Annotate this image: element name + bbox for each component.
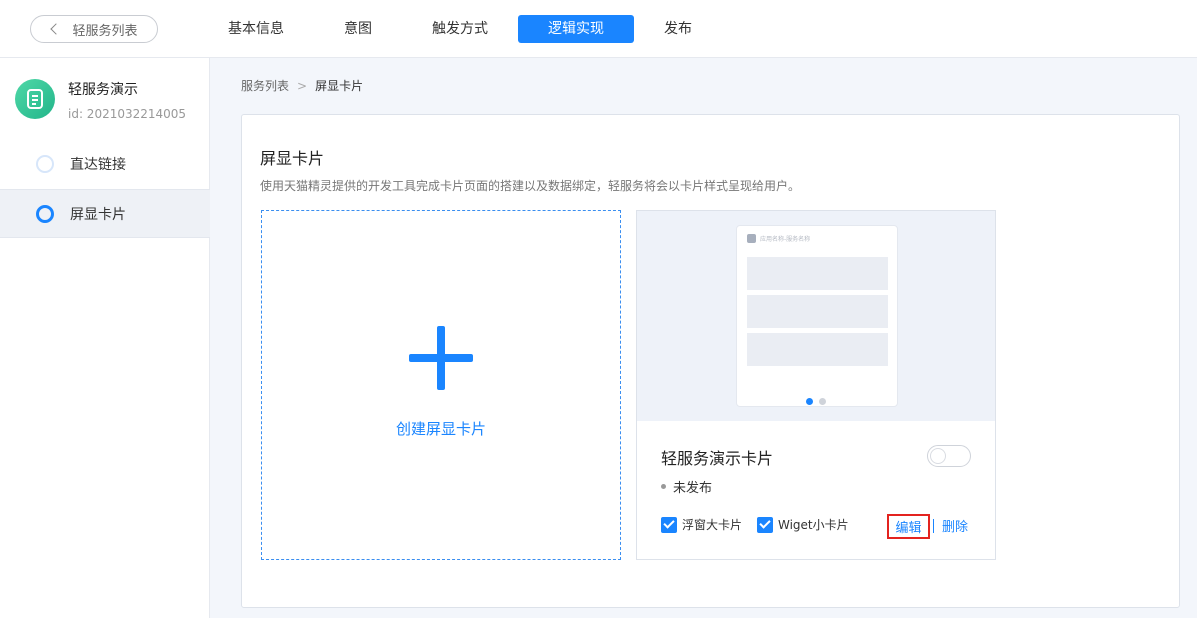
checkbox-label: 浮窗大卡片: [682, 518, 743, 532]
back-to-service-list-button[interactable]: 轻服务列表: [30, 15, 158, 43]
toggle-knob: [930, 448, 946, 464]
app-id: id: 2021032214005: [68, 107, 187, 121]
sidebar-item-direct-link[interactable]: 直达链接: [0, 140, 210, 188]
widget-small-card-checkbox[interactable]: Wiget小卡片: [757, 516, 849, 533]
app-name: 轻服务演示: [68, 82, 138, 98]
panel-description: 使用天猫精灵提供的开发工具完成卡片页面的搭建以及数据绑定，轻服务将会以卡片样式呈…: [260, 179, 801, 193]
floating-large-card-checkbox[interactable]: 浮窗大卡片: [661, 516, 742, 533]
status-dot-icon: [661, 484, 666, 489]
panel-title: 屏显卡片: [260, 149, 325, 168]
tab-basic-info[interactable]: 基本信息: [200, 15, 312, 43]
preview-header-text: 应用名称-服务名称: [760, 236, 811, 243]
card-preview-frame: 应用名称-服务名称: [736, 225, 898, 407]
tab-logic[interactable]: 逻辑实现: [518, 15, 634, 43]
screen-card-panel: 屏显卡片 使用天猫精灵提供的开发工具完成卡片页面的搭建以及数据绑定，轻服务将会以…: [241, 114, 1180, 608]
checkbox-checked-icon[interactable]: [757, 516, 773, 533]
circle-icon: [36, 204, 54, 223]
tab-publish[interactable]: 发布: [648, 15, 708, 43]
sidebar-item-label: 屏显卡片: [70, 206, 126, 223]
sidebar: 轻服务演示 id: 2021032214005 直达链接 屏显卡片: [0, 58, 210, 618]
tab-intent[interactable]: 意图: [320, 15, 396, 43]
tab-trigger[interactable]: 触发方式: [410, 15, 510, 43]
create-card-label: 创建屏显卡片: [395, 420, 486, 438]
back-button-label: 轻服务列表: [72, 23, 138, 39]
sidebar-item-screen-card[interactable]: 屏显卡片: [0, 189, 210, 238]
action-divider: [933, 519, 934, 533]
breadcrumb-parent[interactable]: 服务列表: [241, 77, 289, 94]
checkbox-label: Wiget小卡片: [778, 518, 849, 532]
pagination-dot[interactable]: [819, 398, 826, 405]
create-screen-card-button[interactable]: 创建屏显卡片: [261, 210, 621, 560]
screen-card-item: 应用名称-服务名称 轻服务演示卡片 未发布 浮窗大卡片 Wiget小卡片 编辑 …: [636, 210, 996, 560]
card-preview: 应用名称-服务名称: [637, 211, 995, 421]
sidebar-item-label: 直达链接: [70, 157, 126, 173]
breadcrumb-separator: >: [297, 78, 308, 93]
preview-content-block: [747, 333, 888, 366]
preview-header: 应用名称-服务名称: [747, 234, 810, 243]
preview-content-block: [747, 295, 888, 328]
top-bar: 轻服务列表 基本信息 意图 触发方式 逻辑实现 发布: [0, 0, 1197, 58]
delete-link[interactable]: 删除: [942, 516, 968, 535]
app-logo-placeholder-icon: [747, 234, 756, 243]
breadcrumb: 服务列表 > 屏显卡片: [241, 77, 363, 94]
edit-link[interactable]: 编辑: [887, 514, 930, 539]
checkbox-checked-icon[interactable]: [661, 516, 677, 533]
pagination-dots: [806, 398, 832, 405]
status-badge: 未发布: [661, 477, 712, 496]
preview-content-block: [747, 257, 888, 290]
document-icon: [27, 89, 43, 109]
app-icon: [15, 79, 55, 119]
chevron-left-icon: [50, 23, 63, 35]
status-text: 未发布: [673, 481, 713, 496]
pagination-dot-active[interactable]: [806, 398, 813, 405]
publish-toggle[interactable]: [927, 445, 971, 467]
plus-icon: [409, 326, 473, 390]
breadcrumb-current: 屏显卡片: [315, 79, 364, 93]
circle-icon: [36, 155, 54, 173]
card-title: 轻服务演示卡片: [661, 449, 774, 468]
